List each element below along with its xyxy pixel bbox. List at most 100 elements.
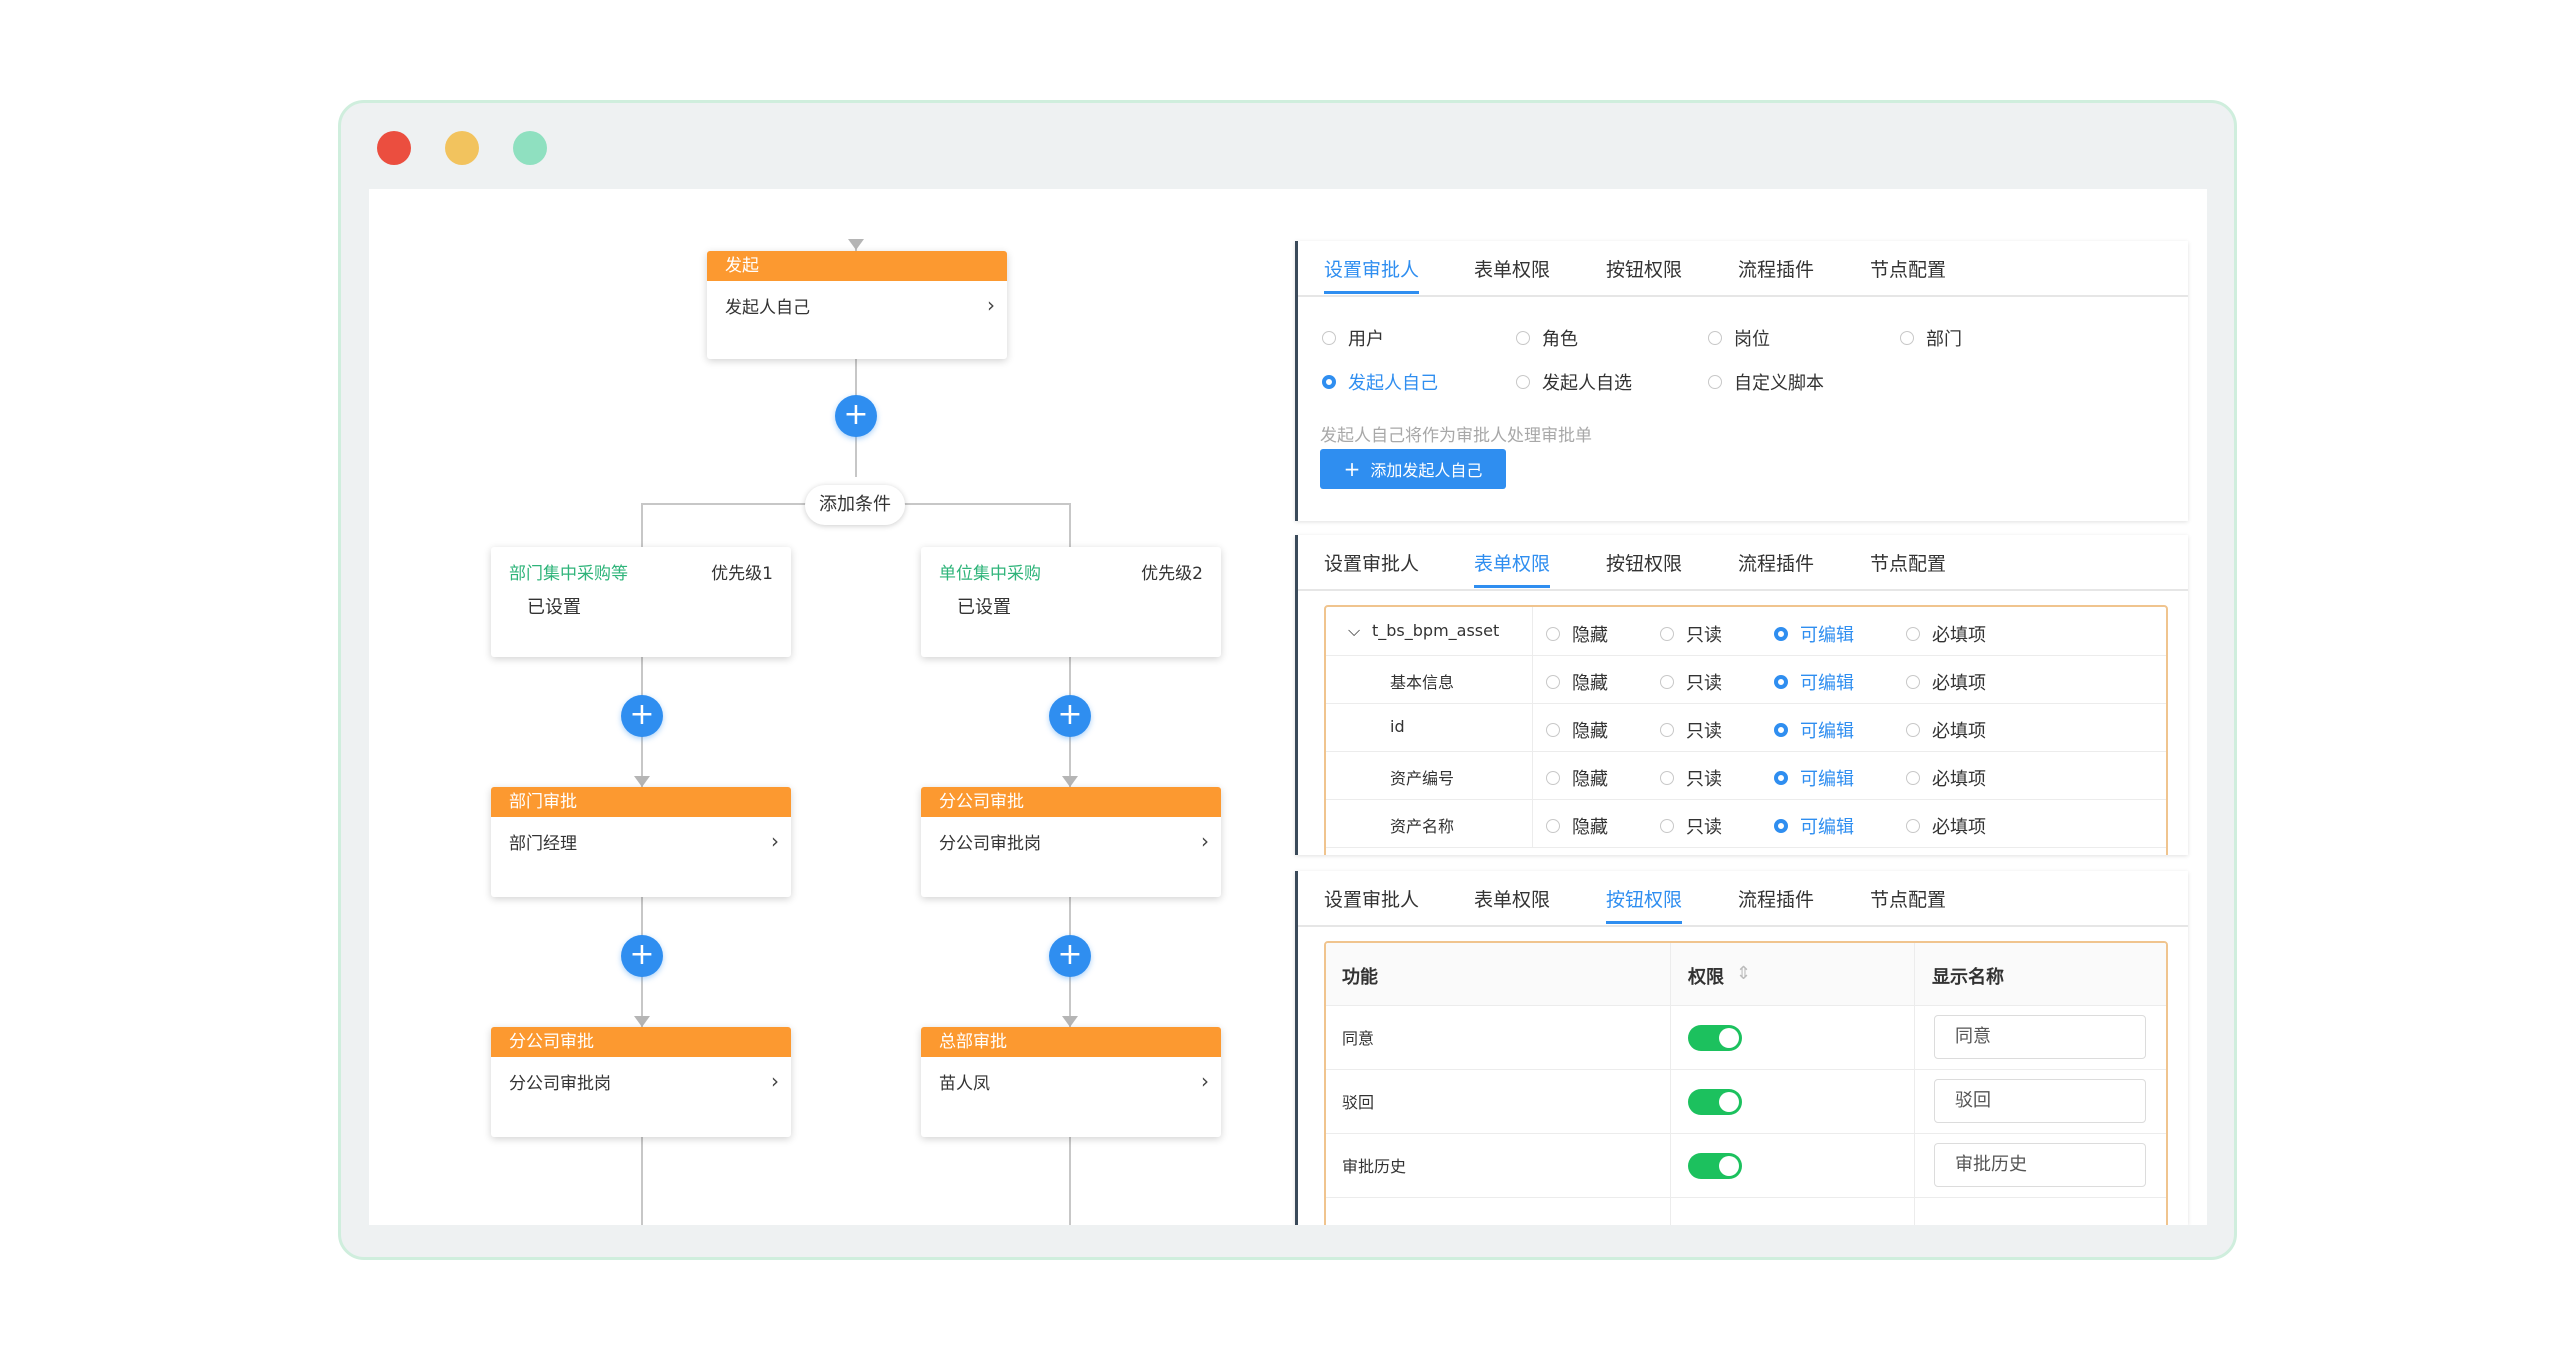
radio-required[interactable]: 必填项 bbox=[1906, 765, 1986, 791]
radio-readonly[interactable]: 只读 bbox=[1660, 717, 1722, 743]
tab-button-permission[interactable]: 按钮权限 bbox=[1606, 255, 1682, 282]
tab-button-permission[interactable]: 按钮权限 bbox=[1606, 549, 1682, 576]
permission-toggle[interactable] bbox=[1688, 1153, 1742, 1179]
radio-user[interactable]: 用户 bbox=[1322, 325, 1384, 351]
button-permission-table: 功能 权限 ⇕ 显示名称 同意 同意 驳回 驳回 审批历史 审批历史 bbox=[1324, 941, 2168, 1225]
radio-hidden[interactable]: 隐藏 bbox=[1546, 717, 1608, 743]
add-initiator-label: 添加发起人自己 bbox=[1370, 461, 1483, 480]
radio-initiator-self[interactable]: 发起人自己 bbox=[1322, 369, 1438, 395]
tab-set-approver[interactable]: 设置审批人 bbox=[1324, 885, 1419, 912]
tab-node-config[interactable]: 节点配置 bbox=[1870, 549, 1946, 576]
display-name-input[interactable]: 同意 bbox=[1934, 1015, 2146, 1059]
tab-node-config[interactable]: 节点配置 bbox=[1870, 885, 1946, 912]
radio-hidden[interactable]: 隐藏 bbox=[1546, 621, 1608, 647]
approval-node[interactable]: 分公司审批 分公司审批岗 › bbox=[491, 1027, 791, 1137]
radio-editable[interactable]: 可编辑 bbox=[1774, 765, 1854, 791]
condition-node-2[interactable]: 单位集中采购 优先级2 已设置 bbox=[921, 547, 1221, 657]
add-node-button[interactable]: + bbox=[621, 935, 663, 977]
radio-editable[interactable]: 可编辑 bbox=[1774, 813, 1854, 839]
add-node-button[interactable]: + bbox=[835, 395, 877, 437]
connector-line bbox=[641, 1137, 643, 1225]
add-node-button[interactable]: + bbox=[621, 695, 663, 737]
start-node[interactable]: 发起 发起人自己 › bbox=[707, 251, 1007, 359]
table-row: id 隐藏 只读 可编辑 必填项 bbox=[1326, 703, 2166, 752]
add-node-button[interactable]: + bbox=[1049, 935, 1091, 977]
radio-initiator-choose[interactable]: 发起人自选 bbox=[1516, 369, 1632, 395]
sort-icon[interactable]: ⇕ bbox=[1736, 963, 1751, 984]
maximize-window-button[interactable] bbox=[513, 131, 547, 165]
condition-status: 已设置 bbox=[527, 597, 581, 618]
column-header-display-name: 显示名称 bbox=[1932, 967, 2004, 988]
radio-required[interactable]: 必填项 bbox=[1906, 813, 1986, 839]
node-header: 部门审批 bbox=[491, 787, 791, 817]
close-window-button[interactable] bbox=[377, 131, 411, 165]
condition-node-1[interactable]: 部门集中采购等 优先级1 已设置 bbox=[491, 547, 791, 657]
add-initiator-button[interactable]: + 添加发起人自己 bbox=[1320, 449, 1506, 489]
node-body: 分公司审批岗 › bbox=[491, 1057, 791, 1106]
tab-node-config[interactable]: 节点配置 bbox=[1870, 255, 1946, 282]
permission-toggle[interactable] bbox=[1688, 1025, 1742, 1051]
approval-node[interactable]: 部门审批 部门经理 › bbox=[491, 787, 791, 897]
radio-editable[interactable]: 可编辑 bbox=[1774, 621, 1854, 647]
arrow-down-icon bbox=[1062, 776, 1078, 787]
radio-hidden[interactable]: 隐藏 bbox=[1546, 813, 1608, 839]
function-name: 审批历史 bbox=[1342, 1157, 1407, 1176]
table-row: 同意 同意 bbox=[1326, 1005, 2166, 1070]
approval-node[interactable]: 分公司审批 分公司审批岗 › bbox=[921, 787, 1221, 897]
approver-hint: 发起人自己将作为审批人处理审批单 bbox=[1320, 426, 1592, 446]
radio-editable[interactable]: 可编辑 bbox=[1774, 717, 1854, 743]
radio-custom-script[interactable]: 自定义脚本 bbox=[1708, 369, 1824, 395]
tab-set-approver[interactable]: 设置审批人 bbox=[1324, 549, 1419, 576]
table-row: 资产编号 隐藏 只读 可编辑 必填项 bbox=[1326, 751, 2166, 800]
tab-set-approver[interactable]: 设置审批人 bbox=[1324, 255, 1420, 294]
tab-flow-plugin[interactable]: 流程插件 bbox=[1738, 549, 1814, 576]
radio-hidden[interactable]: 隐藏 bbox=[1546, 669, 1608, 695]
tab-form-permission[interactable]: 表单权限 bbox=[1474, 885, 1550, 912]
radio-hidden[interactable]: 隐藏 bbox=[1546, 765, 1608, 791]
radio-position[interactable]: 岗位 bbox=[1708, 325, 1770, 351]
add-node-button[interactable]: + bbox=[1049, 695, 1091, 737]
chevron-right-icon: › bbox=[987, 293, 995, 317]
chevron-right-icon: › bbox=[771, 829, 779, 853]
node-label: 分公司审批岗 bbox=[939, 834, 1041, 854]
condition-title: 部门集中采购等 bbox=[509, 564, 628, 584]
chevron-right-icon: › bbox=[1201, 1069, 1209, 1093]
radio-required[interactable]: 必填项 bbox=[1906, 669, 1986, 695]
field-name: 基本信息 bbox=[1390, 673, 1455, 692]
connector-line bbox=[641, 503, 643, 547]
radio-department[interactable]: 部门 bbox=[1900, 325, 1962, 351]
node-header: 分公司审批 bbox=[921, 787, 1221, 817]
permission-toggle[interactable] bbox=[1688, 1089, 1742, 1115]
radio-required[interactable]: 必填项 bbox=[1906, 621, 1986, 647]
radio-required[interactable]: 必填项 bbox=[1906, 717, 1986, 743]
tab-form-permission[interactable]: 表单权限 bbox=[1474, 549, 1551, 588]
display-name-input[interactable]: 驳回 bbox=[1934, 1079, 2146, 1123]
node-body: 苗人凤 › bbox=[921, 1057, 1221, 1106]
node-header: 分公司审批 bbox=[491, 1027, 791, 1057]
table-row: 驳回 驳回 bbox=[1326, 1069, 2166, 1134]
plus-icon: + bbox=[1343, 457, 1361, 481]
tab-button-permission[interactable]: 按钮权限 bbox=[1606, 885, 1683, 924]
field-name: 资产编号 bbox=[1390, 769, 1455, 788]
arrow-down-icon bbox=[848, 239, 864, 250]
chevron-right-icon: › bbox=[771, 1069, 779, 1093]
radio-readonly[interactable]: 只读 bbox=[1660, 765, 1722, 791]
radio-editable[interactable]: 可编辑 bbox=[1774, 669, 1854, 695]
column-header-permission[interactable]: 权限 bbox=[1688, 963, 1724, 989]
node-label: 部门经理 bbox=[509, 834, 577, 854]
add-condition-button[interactable]: 添加条件 bbox=[805, 485, 905, 525]
button-permission-panel: 设置审批人 表单权限 按钮权限 流程插件 节点配置 功能 权限 ⇕ 显示名称 同… bbox=[1295, 871, 2188, 1225]
radio-readonly[interactable]: 只读 bbox=[1660, 669, 1722, 695]
tab-form-permission[interactable]: 表单权限 bbox=[1474, 255, 1550, 282]
radio-role[interactable]: 角色 bbox=[1516, 325, 1578, 351]
radio-readonly[interactable]: 只读 bbox=[1660, 813, 1722, 839]
minimize-window-button[interactable] bbox=[445, 131, 479, 165]
radio-readonly[interactable]: 只读 bbox=[1660, 621, 1722, 647]
panel-tabs: 设置审批人 表单权限 按钮权限 流程插件 节点配置 bbox=[1298, 535, 2188, 591]
expand-icon[interactable]: ⌵ bbox=[1348, 621, 1360, 641]
display-name-input[interactable]: 审批历史 bbox=[1934, 1143, 2146, 1187]
tab-flow-plugin[interactable]: 流程插件 bbox=[1738, 885, 1814, 912]
tab-flow-plugin[interactable]: 流程插件 bbox=[1738, 255, 1814, 282]
approval-node[interactable]: 总部审批 苗人凤 › bbox=[921, 1027, 1221, 1137]
workspace: 发起 发起人自己 › + 添加条件 部门集中采购等 优先级1 已设置 单位集中采… bbox=[369, 189, 2207, 1225]
